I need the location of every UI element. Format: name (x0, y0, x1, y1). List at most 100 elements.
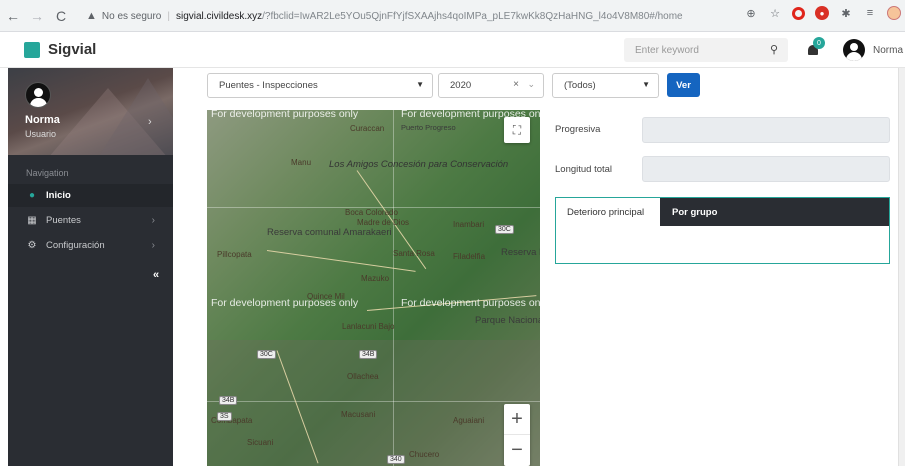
notification-badge: 0 (813, 37, 825, 49)
route-marker: 34B (359, 350, 378, 359)
profile-icon[interactable] (887, 6, 901, 20)
forward-icon[interactable]: → (26, 5, 48, 27)
tab-por-grupo[interactable]: Por grupo (672, 198, 717, 226)
map-label: Macusani (341, 410, 376, 419)
chevron-right-icon: › (151, 215, 155, 226)
profile-role: Usuario (25, 129, 57, 139)
brand[interactable]: Sigvial (24, 41, 96, 58)
route-marker: 34B (219, 396, 238, 405)
dev-watermark: For development purposes only (401, 297, 540, 309)
chevron-down-icon: ⌄ (527, 79, 535, 89)
tabs-panel: Deterioro principal Por grupo (555, 197, 890, 264)
address-bar[interactable]: ▲ No es seguro | sigvial.civildesk.xyz /… (86, 5, 786, 27)
sidebar-item-label: Inicio (46, 190, 71, 201)
chevron-down-icon: ▼ (416, 80, 424, 89)
map-label: Madre de Dios (357, 218, 410, 227)
browser-extensions: ⊕ ☆ ● ✱ ≡ (744, 6, 901, 20)
logo-icon (24, 41, 40, 58)
route-marker: 30C (495, 225, 514, 234)
map-label: Ollachea (347, 372, 379, 381)
map-label: Parque Nacional Bahuaja Sonene (475, 315, 540, 326)
adblock-icon[interactable]: ● (815, 6, 829, 20)
map-label: Los Amigos Concesión para Conservación (329, 159, 509, 170)
map-label: Quince Mil (307, 292, 345, 301)
map-label: Sicuani (247, 438, 274, 447)
reload-icon[interactable]: C (50, 5, 72, 27)
brand-name: Sigvial (48, 41, 97, 58)
sidebar-item-configuracion[interactable]: ⚙ Configuración › (8, 234, 173, 257)
opera-icon[interactable] (792, 6, 805, 20)
ver-button[interactable]: Ver (667, 73, 700, 97)
map-label: Pillcopata (217, 250, 252, 259)
warning-icon: ▲ (86, 10, 97, 22)
zoom-control: + − (504, 404, 530, 466)
longitud-field (642, 156, 890, 182)
map-label: Aguaiani (453, 416, 485, 425)
zoom-in-button[interactable]: + (504, 404, 530, 435)
profile-name: Norma (25, 114, 60, 126)
status-select-value: (Todos) (564, 80, 596, 91)
map-label: Mazuko (361, 274, 390, 283)
status-select[interactable]: (Todos) ▼ (552, 73, 659, 98)
profile-card[interactable]: Norma Usuario › (8, 68, 173, 155)
map-label: Lanlacuni Bajo (342, 322, 395, 331)
report-select[interactable]: Puentes - Inspecciones ▼ (207, 73, 433, 98)
map[interactable]: For development purposes only For develo… (207, 110, 540, 466)
map-label: Santa Rosa (393, 249, 435, 258)
sidebar: Norma Usuario › Navigation ● Inicio ▦ Pu… (8, 68, 173, 466)
search-placeholder: Enter keyword (635, 44, 699, 56)
gears-icon: ⚙ (27, 240, 37, 251)
map-label: Manu (291, 158, 312, 167)
map-label: Filadelfia (453, 252, 486, 261)
page-scrollbar[interactable] (898, 68, 905, 466)
url-path: /?fbclid=IwAR2Le5YOu5QjnFfYjfSXAAjhs4qoI… (262, 10, 683, 22)
chevron-down-icon: ▼ (642, 80, 650, 89)
sidebar-item-puentes[interactable]: ▦ Puentes › (8, 209, 173, 232)
route-marker: 340 (387, 455, 405, 464)
browser-toolbar: ← → C ▲ No es seguro | sigvial.civildesk… (0, 0, 905, 32)
puzzle-icon[interactable]: ✱ (839, 6, 853, 20)
app-header: Sigvial Enter keyword ⚲ 0 Norma (0, 32, 905, 68)
year-select[interactable]: 2020 × ⌄ (438, 73, 544, 98)
chevron-right-icon[interactable]: › (148, 116, 152, 128)
nav-section-label: Navigation (26, 168, 69, 178)
sidebar-item-inicio[interactable]: ● Inicio (8, 184, 173, 207)
search-icon[interactable]: ⚲ (770, 43, 778, 56)
clear-icon[interactable]: × (513, 79, 519, 90)
grid-icon: ▦ (27, 215, 37, 226)
star-icon[interactable]: ☆ (768, 6, 782, 20)
collapse-sidebar-button[interactable]: « (147, 266, 165, 284)
profile-avatar (25, 82, 51, 108)
map-label: Chucero (409, 450, 440, 459)
playlist-icon[interactable]: ≡ (863, 6, 877, 20)
map-pin-icon: ● (28, 190, 36, 201)
sidebar-item-label: Puentes (46, 215, 81, 226)
route-marker: 3S (217, 412, 232, 421)
sidebar-item-label: Configuración (46, 240, 105, 251)
search-input[interactable]: Enter keyword ⚲ (624, 38, 788, 62)
progresiva-label: Progresiva (555, 124, 601, 135)
user-name[interactable]: Norma (873, 45, 903, 56)
tabs-bar: Deterioro principal Por grupo (556, 198, 889, 226)
map-label: Inambari (453, 220, 485, 229)
back-icon[interactable]: ← (2, 5, 24, 27)
map-label: Curaccan (350, 124, 385, 133)
map-label: Puerto Progreso (401, 123, 456, 132)
longitud-label: Longitud total (555, 164, 613, 175)
address-separator: | (167, 10, 170, 22)
user-avatar[interactable] (843, 39, 865, 61)
url-host: sigvial.civildesk.xyz (175, 10, 263, 22)
chevron-right-icon: › (151, 240, 155, 251)
fullscreen-icon[interactable]: ⛶ (504, 117, 530, 143)
zoom-icon[interactable]: ⊕ (744, 6, 758, 20)
map-label: Boca Colorado (345, 208, 398, 217)
tab-deterioro-principal[interactable]: Deterioro principal (556, 198, 660, 226)
map-label: Reserva comunal Amarakaeri (267, 227, 392, 238)
zoom-out-button[interactable]: − (504, 435, 530, 466)
report-select-value: Puentes - Inspecciones (219, 80, 318, 91)
security-label: No es seguro (101, 10, 162, 22)
progresiva-field (642, 117, 890, 143)
year-select-value: 2020 (450, 80, 472, 91)
notifications-button[interactable]: 0 (808, 37, 825, 55)
map-label: Reserva Nacional Tambopata (501, 247, 540, 258)
